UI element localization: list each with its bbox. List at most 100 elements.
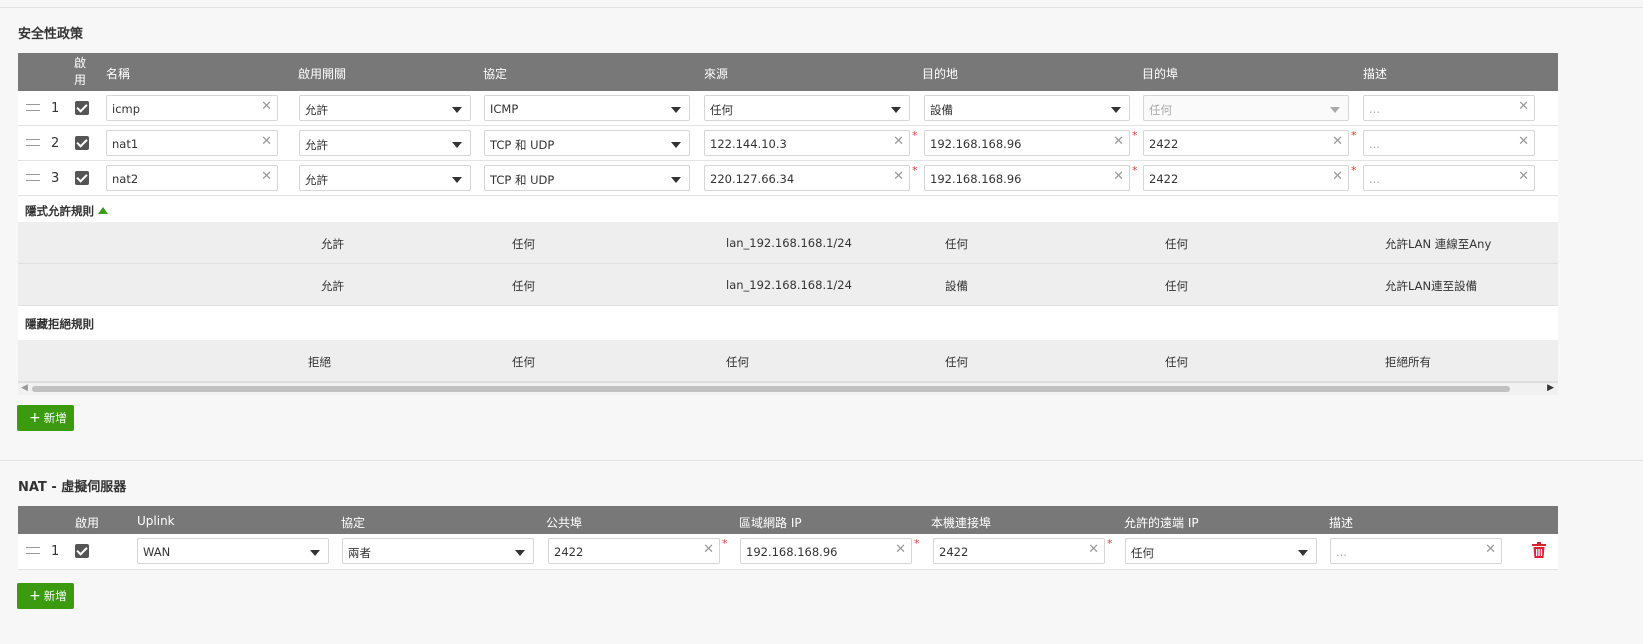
policy-select[interactable]: 允許: [299, 165, 471, 191]
protocol-cell: 任何: [512, 279, 535, 293]
security-policy-title: 安全性政策: [18, 27, 84, 42]
remote-ip-select[interactable]: 任何: [1125, 538, 1317, 564]
destination-input[interactable]: 192.168.168.96 ✕: [924, 130, 1130, 156]
policy-cell: 允許: [321, 279, 344, 293]
protocol-select[interactable]: 兩者: [342, 538, 534, 564]
header-enable: 啟用: [75, 516, 100, 530]
local-port-input[interactable]: 2422 ✕: [933, 538, 1105, 564]
protocol-select[interactable]: TCP 和 UDP: [484, 165, 690, 191]
scrollbar-thumb[interactable]: [32, 386, 1510, 392]
policy-select[interactable]: 允許: [299, 130, 471, 156]
trash-icon[interactable]: [1532, 542, 1546, 558]
enable-checkbox[interactable]: [75, 101, 89, 115]
drag-handle-icon[interactable]: [26, 547, 40, 554]
clear-icon[interactable]: ✕: [1518, 134, 1529, 149]
nat-table-header: 啟用 Uplink 協定 公共埠 區域網路 IP 本機連接埠 允許的遠端 IP …: [18, 506, 1558, 534]
source-input[interactable]: 122.144.10.3 ✕: [704, 130, 910, 156]
chevron-down-icon: [452, 142, 462, 148]
policy-cell: 拒絕: [308, 355, 331, 369]
clear-icon[interactable]: ✕: [261, 99, 272, 114]
chevron-down-icon: [1298, 550, 1308, 556]
description-input[interactable]: ... ✕: [1330, 538, 1502, 564]
chevron-down-icon: [671, 107, 681, 113]
enable-checkbox[interactable]: [75, 544, 89, 558]
source-select[interactable]: 任何: [704, 95, 910, 121]
clear-icon[interactable]: ✕: [1332, 169, 1343, 184]
implicit-allow-toggle[interactable]: 隱式允許規則: [18, 196, 1558, 222]
clear-icon[interactable]: ✕: [1332, 134, 1343, 149]
clear-icon[interactable]: ✕: [893, 169, 904, 184]
chevron-down-icon: [452, 107, 462, 113]
clear-icon[interactable]: ✕: [1518, 169, 1529, 184]
header-policy: 啟用開關: [298, 67, 347, 81]
enable-checkbox[interactable]: [75, 136, 89, 150]
policy-select[interactable]: 允許: [299, 95, 471, 121]
name-input[interactable]: nat2 ✕: [106, 165, 278, 191]
header-destination: 目的地: [922, 67, 959, 81]
description-input[interactable]: ... ✕: [1363, 95, 1535, 121]
destination-select[interactable]: 設備: [924, 95, 1130, 121]
drag-handle-icon[interactable]: [26, 139, 40, 146]
required-mark: *: [722, 537, 728, 550]
dest-port-cell: 任何: [1165, 237, 1188, 251]
clear-icon[interactable]: ✕: [893, 134, 904, 149]
add-nat-rule-button[interactable]: + 新增: [17, 583, 74, 609]
header-protocol: 協定: [483, 67, 508, 81]
enable-checkbox[interactable]: [75, 171, 89, 185]
description-cell: 拒絕所有: [1385, 355, 1431, 369]
scroll-right-icon[interactable]: ▶: [1547, 383, 1554, 393]
drag-handle-icon[interactable]: [26, 104, 40, 111]
implicit-allow-row: 允許 任何 lan_192.168.168.1/24 任何 任何 允許LAN 連…: [18, 222, 1558, 264]
protocol-select[interactable]: TCP 和 UDP: [484, 130, 690, 156]
chevron-down-icon: [1111, 107, 1121, 113]
public-port-input[interactable]: 2422 ✕: [548, 538, 720, 564]
clear-icon[interactable]: ✕: [1113, 169, 1124, 184]
name-input[interactable]: nat1 ✕: [106, 130, 278, 156]
clear-icon[interactable]: ✕: [261, 169, 272, 184]
table-row: 2 nat1 ✕ 允許 TCP 和 UDP 122.144.10.3 ✕ * 192…: [18, 126, 1558, 161]
protocol-select[interactable]: ICMP: [484, 95, 690, 121]
row-number: 1: [51, 544, 60, 559]
security-policy-panel: 安全性政策 啟用 名稱 啟用開關 協定 來源 目的地 目的埠 描述 1 icmp…: [0, 7, 1643, 459]
row-number: 2: [51, 136, 60, 151]
clear-icon[interactable]: ✕: [1088, 542, 1099, 557]
clear-icon[interactable]: ✕: [1113, 134, 1124, 149]
chevron-down-icon: [891, 107, 901, 113]
clear-icon[interactable]: ✕: [703, 542, 714, 557]
row-number: 3: [51, 171, 60, 186]
required-mark: *: [912, 129, 918, 142]
dest-port-input[interactable]: 2422 ✕: [1143, 130, 1349, 156]
drag-handle-icon[interactable]: [26, 174, 40, 181]
chevron-down-icon: [671, 142, 681, 148]
row-number: 1: [51, 101, 60, 116]
required-mark: *: [1351, 129, 1357, 142]
implicit-deny-heading: 隱藏拒絕規則: [18, 306, 1558, 340]
header-name: 名稱: [106, 67, 131, 81]
uplink-select[interactable]: WAN: [137, 538, 329, 564]
required-mark: *: [914, 537, 920, 550]
clear-icon[interactable]: ✕: [895, 542, 906, 557]
header-source: 來源: [704, 67, 729, 81]
lan-ip-input[interactable]: 192.168.168.96 ✕: [740, 538, 912, 564]
name-input[interactable]: icmp ✕: [106, 95, 278, 121]
implicit-deny-row: 拒絕 任何 任何 任何 任何 拒絕所有: [18, 340, 1558, 382]
clear-icon[interactable]: ✕: [1518, 99, 1529, 114]
description-input[interactable]: ... ✕: [1363, 165, 1535, 191]
description-input[interactable]: ... ✕: [1363, 130, 1535, 156]
scroll-left-icon[interactable]: ◀: [21, 383, 28, 393]
source-cell: lan_192.168.168.1/24: [726, 236, 852, 250]
clear-icon[interactable]: ✕: [1485, 542, 1496, 557]
chevron-down-icon: [1330, 107, 1340, 113]
clear-icon[interactable]: ✕: [261, 134, 272, 149]
chevron-down-icon: [310, 550, 320, 556]
required-mark: *: [1132, 164, 1138, 177]
destination-input[interactable]: 192.168.168.96 ✕: [924, 165, 1130, 191]
add-security-rule-button[interactable]: + 新增: [17, 405, 74, 431]
dest-port-cell: 任何: [1165, 279, 1188, 293]
dest-port-input[interactable]: 2422 ✕: [1143, 165, 1349, 191]
source-input[interactable]: 220.127.66.34 ✕: [704, 165, 910, 191]
description-cell: 允許LAN連至設備: [1385, 279, 1478, 293]
destination-cell: 設備: [945, 279, 968, 293]
horizontal-scrollbar[interactable]: ◀ ▶: [18, 382, 1558, 395]
security-table-header: 啟用 名稱 啟用開關 協定 來源 目的地 目的埠 描述: [18, 53, 1558, 91]
